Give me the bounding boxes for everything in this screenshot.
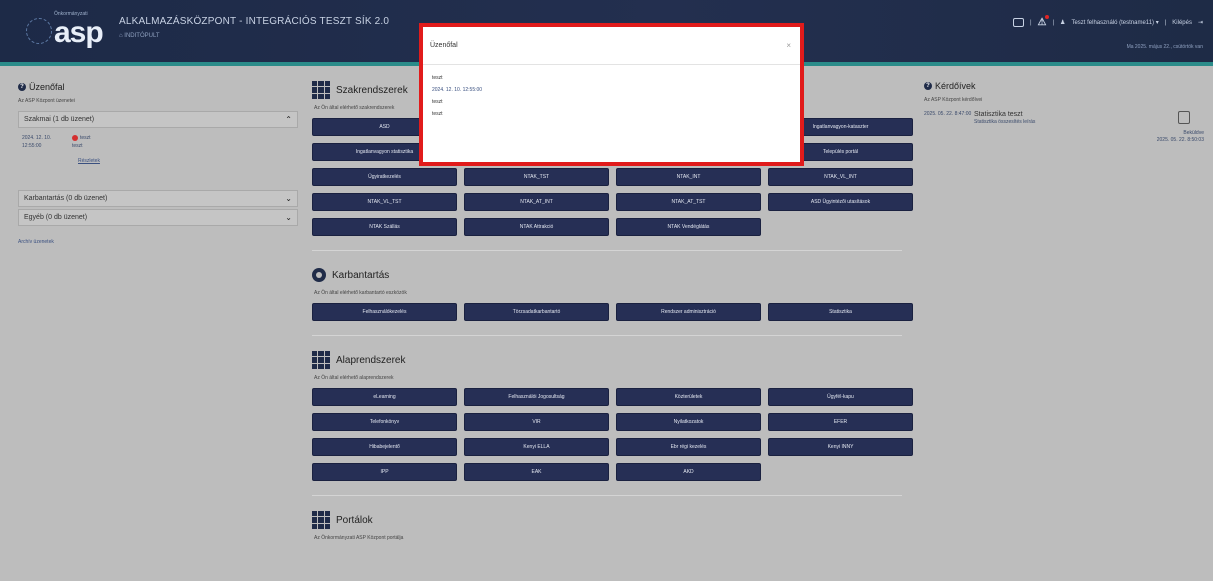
app-button[interactable]: NTAK Attrakció <box>464 218 609 236</box>
app-button[interactable]: NTAK Vendéglátás <box>616 218 761 236</box>
logo-text: asp <box>54 16 104 49</box>
app-button[interactable]: Kenyi ELLA <box>464 438 609 456</box>
section-subtitle: Az Önkormányzati ASP Központ portálja <box>314 535 404 541</box>
app-button[interactable]: Statisztika <box>768 303 913 321</box>
app-title: ALKALMAZÁSKÖZPONT - INTEGRÁCIÓS TESZT SÍ… <box>119 16 390 27</box>
app-button[interactable]: VIR <box>464 413 609 431</box>
chevron-down-icon: ⌄ <box>285 213 292 222</box>
alert-icon <box>72 134 78 141</box>
section-title: Portálok <box>312 510 910 530</box>
surveys-subtitle: Az ASP Központ kérdőívei <box>924 97 983 103</box>
app-button[interactable]: NTAK_AT_INT <box>464 193 609 211</box>
app-button[interactable]: NTAK Szállás <box>312 218 457 236</box>
message-board-title: ? Üzenőfal <box>18 82 298 92</box>
app-button[interactable]: EAK <box>464 463 609 481</box>
app-button[interactable]: Felhasználói Jogosultság <box>464 388 609 406</box>
app-button[interactable]: AKD <box>616 463 761 481</box>
modal-body: teszt 2024. 12. 10. 12:55:00 teszt teszt <box>423 65 800 117</box>
message-modal: Üzenőfal × teszt 2024. 12. 10. 12:55:00 … <box>419 23 804 166</box>
app-button[interactable]: NTAK_TST <box>464 168 609 186</box>
message-board-panel: ? Üzenőfal Az ASP Központ üzenetei Szakm… <box>18 82 298 245</box>
modal-message-body: teszt <box>432 111 443 117</box>
modal-message-title: teszt <box>432 75 443 81</box>
survey-date: 2025. 05. 22. 8:47:00 <box>924 111 972 117</box>
logout-link[interactable]: Kilépés <box>1172 20 1192 26</box>
archive-link[interactable]: Archív üzenetek <box>18 239 298 245</box>
section-title: Karbantartás <box>312 265 910 285</box>
app-button[interactable]: Ügyfél-kapu <box>768 388 913 406</box>
app-button[interactable]: Felhasználókezelés <box>312 303 457 321</box>
section-title: Alaprendszerek <box>312 350 910 370</box>
question-icon: ? <box>18 83 26 91</box>
app-button[interactable]: Ebr régi kezelés <box>616 438 761 456</box>
divider <box>312 250 902 251</box>
modal-message-subject: teszt <box>432 99 443 105</box>
button-grid: eLearning Felhasználói Jogosultság Közterü… <box>312 388 913 481</box>
close-icon[interactable]: × <box>786 41 791 50</box>
surveys-panel: ? Kérdőívek Az ASP Központ kérdőívei 202… <box>924 81 1204 144</box>
modal-timestamp: 2024. 12. 10. 12:55:00 <box>432 87 483 93</box>
notification-icon[interactable]: ⚠ <box>1038 15 1050 28</box>
screen-icon[interactable] <box>1012 18 1024 27</box>
divider <box>312 335 902 336</box>
app-button[interactable]: Rendszer adminisztráció <box>616 303 761 321</box>
user-icon: ♟ <box>1060 20 1066 26</box>
app-button[interactable]: Közterületek <box>616 388 761 406</box>
section-portals: Portálok Az Önkormányzati ASP Központ po… <box>312 510 910 541</box>
app-button[interactable]: NTAK_VL_INT <box>768 168 913 186</box>
app-button[interactable]: NTAK_INT <box>616 168 761 186</box>
survey-item[interactable]: 2025. 05. 22. 8:47:00 Statisztika teszt … <box>924 111 1204 144</box>
chevron-down-icon: ⌄ <box>285 194 292 203</box>
survey-status: Beküldve 2025. 05. 22. 8:50:03 <box>1124 111 1204 144</box>
section-base-systems: Alaprendszerek Az Ön által elérhető alap… <box>312 350 913 481</box>
section-subtitle: Az Ön által elérhető alaprendszerek <box>314 375 394 381</box>
message-board-subtitle: Az ASP Központ üzenetei <box>18 98 75 104</box>
grid-icon <box>312 511 330 529</box>
app-button[interactable]: Törzsadatkarbantartó <box>464 303 609 321</box>
survey-title: Statisztika teszt <box>974 111 1023 118</box>
grid-icon <box>312 81 330 99</box>
divider <box>312 495 902 496</box>
accordion-professional[interactable]: Szakmai (1 db üzenet) ⌃ <box>18 111 298 128</box>
logout-icon[interactable]: ⇥ <box>1198 19 1203 26</box>
app-button[interactable]: Hibabejelentő <box>312 438 457 456</box>
gear-icon <box>312 268 326 282</box>
app-button[interactable]: IPP <box>312 463 457 481</box>
section-maintenance: Karbantartás Az Ön által elérhető karban… <box>312 265 913 321</box>
app-button[interactable]: Ügyiratkezelés <box>312 168 457 186</box>
submitted-icon <box>1178 111 1190 124</box>
app-button[interactable]: Kenyi INNY <box>768 438 913 456</box>
app-button[interactable]: Nyilatkozatok <box>616 413 761 431</box>
message-item[interactable]: 2024. 12. 10. 12:55:00 teszt teszt <box>18 128 298 156</box>
app-button[interactable]: Telefonkönyv <box>312 413 457 431</box>
question-icon: ? <box>924 82 932 90</box>
header-actions: | ⚠ | ♟ Teszt felhasználó (testname11) ▾… <box>1012 15 1203 28</box>
asp-logo[interactable]: Önkormányzati asp <box>20 8 116 54</box>
app-button[interactable]: NTAK_VL_TST <box>312 193 457 211</box>
section-subtitle: Az Ön által elérhető karbantartó eszközö… <box>314 290 407 296</box>
modal-header: Üzenőfal × <box>423 27 800 65</box>
chevron-up-icon: ⌃ <box>285 115 292 124</box>
survey-text: Statisztika teszt Statisztika összesítés… <box>974 111 1124 144</box>
user-menu[interactable]: Teszt felhasználó (testname11) ▾ <box>1071 19 1158 26</box>
message-body: teszt teszt <box>72 134 91 149</box>
app-button[interactable]: EFER <box>768 413 913 431</box>
surveys-title: ? Kérdőívek <box>924 81 1204 91</box>
accordion-other[interactable]: Egyéb (0 db üzenet) ⌄ <box>18 209 298 226</box>
accordion-maintenance[interactable]: Karbantartás (0 db üzenet) ⌄ <box>18 190 298 207</box>
button-grid: Felhasználókezelés Törzsadatkarbantartó Re… <box>312 303 913 321</box>
app-button[interactable]: ASD Ügyintézői utasítások <box>768 193 913 211</box>
app-button[interactable]: NTAK_AT_TST <box>616 193 761 211</box>
logo-mark-icon <box>26 18 52 44</box>
grid-icon <box>312 351 330 369</box>
message-date: 2024. 12. 10. 12:55:00 <box>22 135 52 149</box>
modal-title: Üzenőfal <box>430 42 458 49</box>
survey-description: Statisztika összesítés leírás <box>974 119 1036 125</box>
current-date: Ma 2025. május 22., csütörtök van <box>1126 44 1203 50</box>
breadcrumb[interactable]: ⌂ INDITÓPULT <box>119 33 160 39</box>
app-button[interactable]: eLearning <box>312 388 457 406</box>
